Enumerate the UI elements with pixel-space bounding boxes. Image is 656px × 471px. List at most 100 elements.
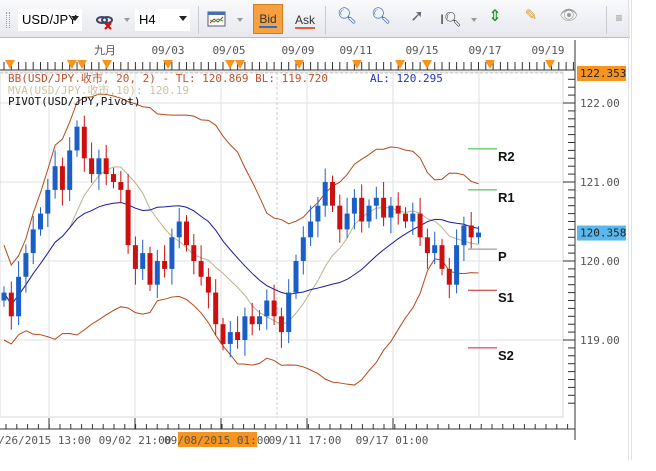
bottom-time-label: 09/02 21:00 xyxy=(99,434,172,447)
top-time-label: 九月 xyxy=(94,44,116,57)
candle-body xyxy=(330,182,335,206)
candle-body xyxy=(8,292,14,317)
candle-body xyxy=(96,158,102,175)
candle-body xyxy=(373,197,379,206)
candle-body xyxy=(154,261,160,285)
pivot-label-r2: R2 xyxy=(498,149,515,164)
candle-body xyxy=(454,245,460,285)
candle-body xyxy=(271,300,277,317)
pivot-label-r1: R1 xyxy=(498,190,515,205)
candle-body xyxy=(461,225,467,246)
bb-al-legend: AL: 120.295 xyxy=(370,72,443,85)
candle-body xyxy=(242,316,248,340)
candle-body xyxy=(227,332,233,344)
pivot-label-s1: S1 xyxy=(498,290,514,305)
candle-body xyxy=(213,292,219,325)
candle-body xyxy=(45,189,51,214)
candle-body xyxy=(308,221,314,238)
pivot-legend: PIVOT(USD/JPY,Pivot) xyxy=(8,95,140,108)
event-marker xyxy=(422,60,432,69)
top-time-label: 09/19 xyxy=(531,44,564,57)
candle-body xyxy=(38,213,43,230)
candle-body xyxy=(300,237,306,261)
candle-body xyxy=(205,276,211,293)
pivot-label-s2: S2 xyxy=(498,348,514,363)
bottom-time-label: 09/11 17:00 xyxy=(269,434,342,447)
candle-body xyxy=(67,150,73,190)
current-price-label: 120.358 xyxy=(580,227,626,240)
candle-body xyxy=(16,276,22,317)
candle-body xyxy=(235,332,241,340)
candle-body xyxy=(111,174,116,182)
mva10-line xyxy=(3,166,479,326)
event-marker xyxy=(77,60,87,69)
candle-body xyxy=(337,205,343,230)
candle-body xyxy=(446,268,452,285)
candle-body xyxy=(278,316,284,333)
candle-body xyxy=(89,158,95,175)
candle-body xyxy=(257,316,262,325)
candle-body xyxy=(23,253,29,277)
candle-body xyxy=(315,205,321,222)
event-marker xyxy=(235,60,245,69)
price-chart[interactable]: R2 R1 P S1 S2 122.00 121.00 120.00 119.00 122.35… xyxy=(0,0,628,460)
candle-body xyxy=(162,261,168,269)
candle-body xyxy=(351,197,357,214)
candle-body xyxy=(191,245,197,261)
top-time-label: 09/05 xyxy=(212,44,245,57)
candle-body xyxy=(366,205,372,222)
candle-body xyxy=(388,205,394,218)
candle-body xyxy=(322,182,328,206)
event-marker xyxy=(545,60,555,69)
bb-legend: BB(USD/JPY.收市, 20, 2) - TL: 120.869 BL: … xyxy=(8,71,328,85)
candle-body xyxy=(147,253,153,285)
event-marker xyxy=(102,60,112,69)
candle-body xyxy=(395,205,401,214)
bollinger-upper-band xyxy=(3,93,479,266)
candle-body xyxy=(468,225,474,238)
bottom-time-label: 09/08/2015 01:00 xyxy=(164,434,270,447)
candle-body xyxy=(344,213,350,230)
price-label: 121.00 xyxy=(580,176,620,189)
pivot-label-p: P xyxy=(498,249,507,264)
candle-body xyxy=(59,166,65,190)
bottom-time-label: 08/26/2015 13:00 xyxy=(0,434,91,447)
candle-body xyxy=(1,292,7,301)
candle-body xyxy=(264,300,270,317)
candle-body xyxy=(417,213,423,238)
price-label: 119.00 xyxy=(580,334,620,347)
candle-body xyxy=(476,232,481,238)
top-time-label: 09/11 xyxy=(339,44,372,57)
candle-body xyxy=(169,237,175,269)
top-time-label: 09/09 xyxy=(281,44,314,57)
event-marker xyxy=(352,60,362,69)
candle-body xyxy=(220,324,226,344)
candle-body xyxy=(74,126,80,151)
candle-body xyxy=(184,221,189,246)
candle-body xyxy=(176,221,182,238)
candle-body xyxy=(424,237,430,254)
event-marker xyxy=(225,60,235,69)
candle-body xyxy=(125,189,131,246)
candle-body xyxy=(249,316,255,325)
candle-body xyxy=(118,182,124,190)
candle-body xyxy=(359,197,365,222)
price-label: 120.00 xyxy=(580,255,620,268)
event-marker xyxy=(395,60,405,69)
scrollbar-strip[interactable] xyxy=(628,0,632,460)
candle-body xyxy=(30,229,36,254)
event-marker xyxy=(67,60,77,69)
candle-body xyxy=(403,213,408,222)
candle-body xyxy=(293,261,299,293)
price-label: 122.00 xyxy=(580,97,620,110)
top-time-label: 09/17 xyxy=(468,44,501,57)
candle-body xyxy=(439,245,445,269)
event-marker xyxy=(5,60,15,69)
candle-body xyxy=(198,261,204,277)
bottom-time-label: 09/17 01:00 xyxy=(356,434,429,447)
candle-body xyxy=(410,213,416,222)
candle-body xyxy=(432,245,438,254)
top-time-label: 09/03 xyxy=(151,44,184,57)
candle-body xyxy=(381,197,387,218)
candle-body xyxy=(286,292,292,333)
